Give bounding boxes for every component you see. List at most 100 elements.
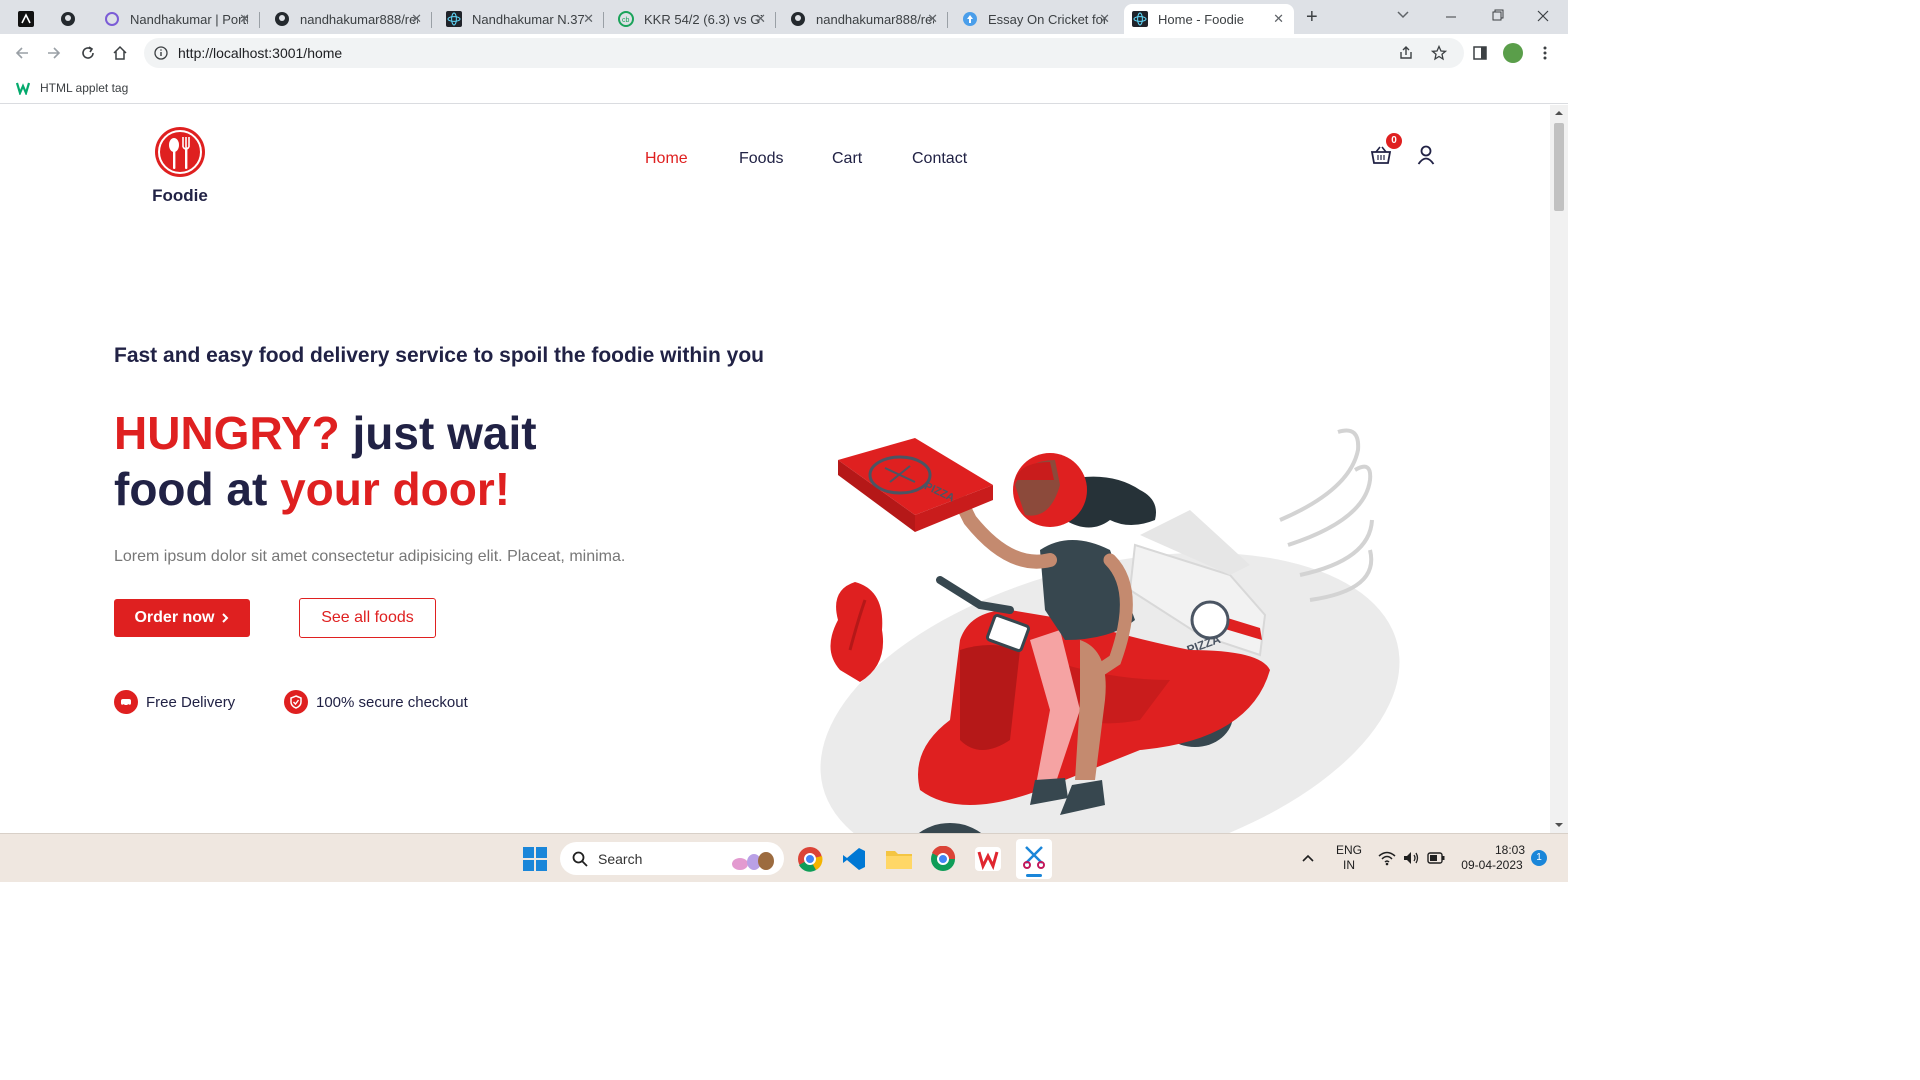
app-icon [18, 11, 34, 27]
taskbar-search[interactable]: Search [560, 842, 784, 875]
chrome-icon[interactable] [797, 846, 823, 872]
nav-cart[interactable]: Cart [832, 150, 862, 168]
cart-count-badge: 0 [1386, 133, 1402, 149]
shopping-basket-icon[interactable] [1370, 145, 1392, 165]
scroll-up-icon[interactable] [1550, 107, 1568, 119]
tab-cricket-score[interactable]: cb KKR 54/2 (6.3) vs GT ✕ [610, 4, 776, 34]
scroll-down-icon[interactable] [1550, 819, 1568, 831]
github-icon [791, 12, 805, 26]
notification-badge[interactable]: 1 [1531, 850, 1547, 866]
tab-foodie-active[interactable]: Home - Foodie ✕ [1124, 4, 1294, 34]
tab-essay[interactable]: Essay On Cricket for ✕ [954, 4, 1120, 34]
profile-avatar[interactable] [1503, 43, 1523, 63]
close-icon[interactable]: ✕ [583, 11, 594, 27]
tab-pinned-1[interactable] [10, 4, 48, 34]
wifi-icon[interactable] [1378, 850, 1396, 866]
shield-check-icon [284, 690, 308, 714]
close-window-icon[interactable] [1536, 9, 1550, 23]
hero-description: Lorem ipsum dolor sit amet consectetur a… [114, 548, 626, 565]
info-icon[interactable] [154, 46, 168, 60]
forward-icon[interactable] [46, 45, 62, 61]
file-explorer-icon[interactable] [885, 847, 913, 871]
hero-subtitle: Fast and easy food delivery service to s… [114, 344, 764, 367]
tab-pinned-2[interactable] [52, 4, 90, 34]
windows-start-icon[interactable] [523, 847, 547, 871]
side-panel-icon[interactable] [1472, 45, 1488, 61]
battery-icon[interactable] [1427, 852, 1445, 864]
svg-text:cb: cb [622, 17, 630, 24]
chevron-up-icon[interactable] [1301, 853, 1315, 863]
close-icon[interactable]: ✕ [1099, 11, 1110, 27]
region-code: IN [1343, 858, 1355, 872]
tab-title: Home - Foodie [1158, 11, 1244, 27]
volume-icon[interactable] [1402, 850, 1420, 866]
car-icon [114, 690, 138, 714]
close-icon[interactable]: ✕ [755, 11, 766, 27]
search-icon [572, 851, 588, 867]
tab-title: Nandhakumar | Portfolio [130, 11, 248, 27]
tab-portfolio[interactable]: Nandhakumar | Portfolio ✕ [96, 4, 260, 34]
tab-react-app[interactable]: Nandhakumar N.37 ✕ [438, 4, 604, 34]
headline-hungry: HUNGRY? [114, 407, 340, 459]
taskbar: Search ENG IN 18:03 09-04-2023 1 [0, 833, 1568, 882]
nav-contact[interactable]: Contact [912, 150, 967, 168]
headline-your-door: your door! [280, 463, 511, 515]
delivery-scooter-illustration: PIZZA PIZZA [820, 428, 1400, 833]
nav-home[interactable]: Home [645, 150, 688, 168]
tab-github-2[interactable]: nandhakumar888/react ✕ [782, 4, 948, 34]
page-scrollbar[interactable] [1550, 105, 1568, 833]
close-icon[interactable]: ✕ [1273, 11, 1284, 27]
input-language[interactable]: ENG IN [1334, 843, 1364, 873]
see-all-foods-button[interactable]: See all foods [299, 598, 436, 638]
restore-icon[interactable] [1490, 9, 1504, 23]
github-icon [61, 12, 75, 26]
logo[interactable]: Foodie [150, 125, 210, 206]
upload-icon [963, 12, 977, 26]
snipping-tool-tile[interactable] [1016, 839, 1052, 879]
scroll-thumb[interactable] [1554, 123, 1564, 211]
minimize-icon[interactable] [1444, 10, 1458, 24]
clock-date: 09-04-2023 [1461, 858, 1523, 872]
address-bar[interactable]: http://localhost:3001/home [144, 38, 1464, 68]
wps-office-icon[interactable] [975, 847, 1001, 871]
menu-dots-icon[interactable] [1542, 45, 1548, 61]
tab-title: KKR 54/2 (6.3) vs GT [644, 11, 762, 27]
chrome-profile-icon[interactable] [930, 846, 956, 872]
tab-search-icon[interactable] [1396, 10, 1410, 20]
home-icon[interactable] [112, 45, 128, 61]
tab-bar: Nandhakumar | Portfolio ✕ nandhakumar888… [0, 0, 1568, 34]
github-icon [275, 12, 289, 26]
search-highlight-icon [732, 852, 774, 870]
tab-github-1[interactable]: nandhakumar888/react ✕ [266, 4, 432, 34]
back-icon[interactable] [14, 45, 30, 61]
close-icon[interactable]: ✕ [239, 11, 250, 27]
close-icon[interactable]: ✕ [927, 11, 938, 27]
snipping-tool-icon [1023, 846, 1045, 869]
fork-spoon-icon [155, 127, 205, 177]
bookmark-star-icon[interactable] [1431, 45, 1447, 61]
portfolio-icon [105, 12, 119, 26]
feature-free-delivery: Free Delivery [114, 690, 235, 714]
chevron-right-icon [221, 613, 228, 623]
tab-title: nandhakumar888/react [816, 11, 934, 27]
reload-icon[interactable] [80, 45, 96, 61]
bookmark-item[interactable]: HTML applet tag [16, 81, 128, 95]
clock[interactable]: 18:03 09-04-2023 [1455, 843, 1529, 873]
nav-foods[interactable]: Foods [739, 150, 783, 168]
react-icon [1132, 11, 1148, 27]
share-icon[interactable] [1398, 45, 1414, 61]
new-tab-icon[interactable]: + [1306, 6, 1318, 29]
close-icon[interactable]: ✕ [411, 11, 422, 27]
language-code: ENG [1335, 843, 1362, 857]
vscode-icon[interactable] [841, 846, 867, 872]
react-icon [446, 11, 462, 27]
page-content: Foodie Home Foods Cart Contact 0 Fast an… [0, 105, 1550, 833]
headline-food-at: food at [114, 463, 281, 515]
order-now-button[interactable]: Order now [114, 599, 250, 637]
tab-title: Nandhakumar N.37 [472, 11, 585, 27]
browser-toolbar: http://localhost:3001/home [0, 34, 1568, 72]
w3schools-icon [16, 82, 31, 95]
hero-headline: HUNGRY? just wait food at your door! [114, 405, 537, 517]
headline-just-wait: just wait [339, 407, 537, 459]
user-icon[interactable] [1417, 145, 1435, 165]
